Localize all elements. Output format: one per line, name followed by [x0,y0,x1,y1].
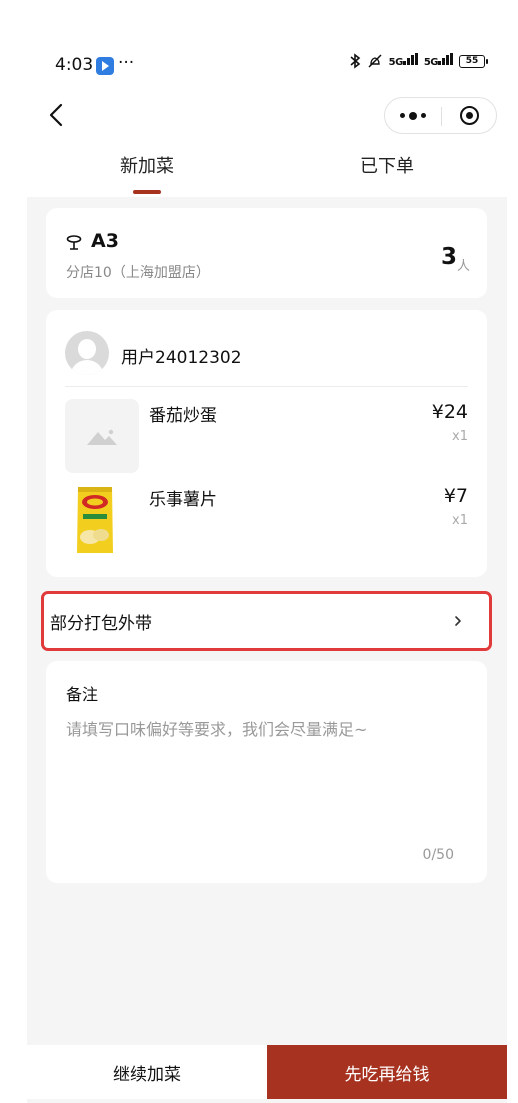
nav-bar [0,90,518,142]
shop-name: 分店10（上海加盟店） [66,265,210,281]
status-icons: 5G 5G 55 [349,53,488,69]
remark-title: 备注 [66,685,99,704]
bluetooth-icon [350,53,360,69]
username: 用户24012302 [121,348,242,368]
guest-unit: 人 [456,259,470,274]
more-options-icon[interactable] [385,98,441,133]
remark-card: 备注 0/50 [46,661,487,883]
battery-icon: 55 [459,54,488,68]
battery-level: 55 [459,54,485,68]
status-bar: 4:03 ··· 5G 5G 55 [0,0,518,90]
close-mini-program-icon[interactable] [442,98,497,133]
tab-new-dishes[interactable]: 新加菜 [120,152,174,178]
dish-price: ¥7 [443,485,468,507]
dish-name: 番茄炒蛋 [149,406,217,426]
bottom-action-bar: 继续加菜 先吃再给钱 [27,1045,507,1099]
table-icon [66,235,82,250]
order-items-card: 用户24012302 番茄炒蛋 ¥24 x1 乐事薯片 ¥7 x1 [46,310,487,577]
dish-thumbnail [65,399,139,473]
dish-quantity: x1 [452,429,468,444]
chips-bag-image [77,487,113,553]
continue-adding-button[interactable]: 继续加菜 [27,1045,267,1099]
app-notification-icon [96,57,114,75]
bottom-safe-area [27,1099,507,1103]
order-tabs: 新加菜 已下单 [0,142,518,197]
table-name: A3 [91,230,119,252]
dish-item: 乐事薯片 ¥7 x1 [65,483,468,557]
dish-item: 番茄炒蛋 ¥24 x1 [65,399,468,473]
divider [65,386,468,387]
signal-1: 5G [389,53,418,69]
status-time: 4:03 [55,55,94,75]
partial-takeaway-label: 部分打包外带 [50,614,152,634]
partial-takeaway-row[interactable]: 部分打包外带 [41,591,492,651]
signal-2: 5G [424,53,453,69]
back-arrow-icon[interactable] [46,102,68,128]
image-placeholder-icon [87,429,117,445]
guest-count[interactable]: 3 [441,244,457,270]
mute-icon [368,54,382,68]
main-content: A3 分店10（上海加盟店） 3 人 用户24012302 番茄炒蛋 ¥24 x… [27,197,507,1045]
active-tab-indicator [133,190,161,194]
signal-bars-icon [402,53,418,65]
dish-quantity: x1 [452,513,468,528]
remark-input[interactable] [66,716,466,836]
avatar [65,331,109,375]
signal-bars-icon [438,53,453,65]
remark-char-counter: 0/50 [422,847,454,863]
eat-first-pay-later-button[interactable]: 先吃再给钱 [267,1045,507,1099]
dish-name: 乐事薯片 [149,490,217,510]
chevron-right-icon [455,616,461,626]
mini-program-capsule [384,97,497,134]
table-info-card: A3 分店10（上海加盟店） 3 人 [46,208,487,298]
status-more-dots: ··· [118,53,135,73]
dish-price: ¥24 [431,401,468,423]
tab-ordered[interactable]: 已下单 [360,152,414,178]
